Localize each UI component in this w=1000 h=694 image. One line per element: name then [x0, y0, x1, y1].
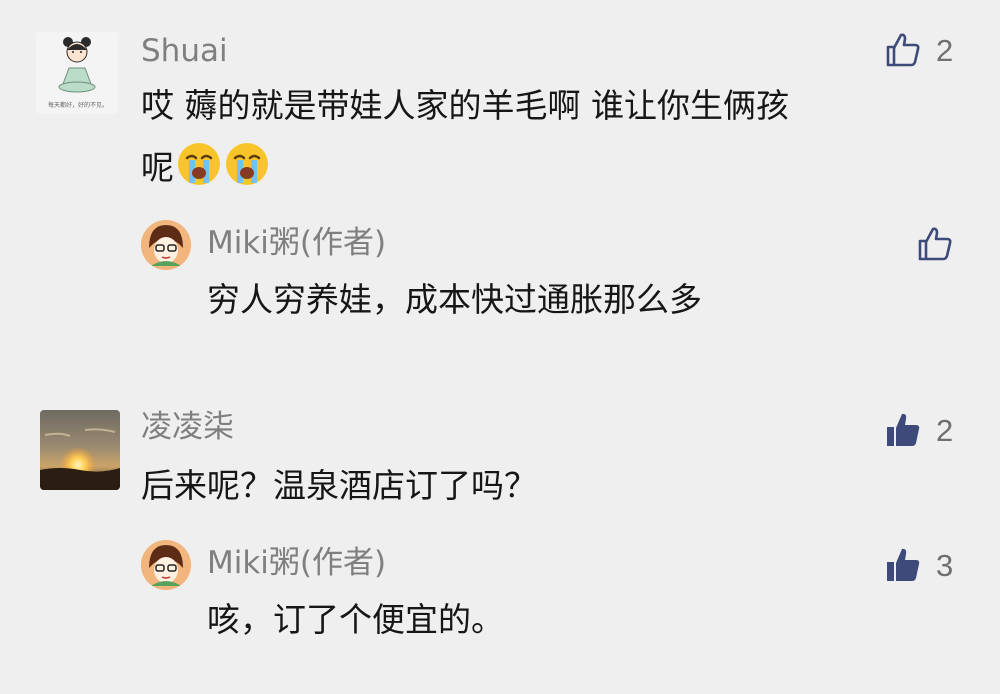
comment-text-line-1: 哎 薅的就是带娃人家的羊毛啊 谁让你生俩孩	[141, 86, 789, 125]
comment-text: 后来呢？温泉酒店订了吗？	[141, 466, 537, 505]
comment-username[interactable]: 凌凌柒	[141, 412, 234, 443]
reply-username[interactable]: Miki粥(作者)	[207, 228, 386, 259]
user-avatar-linglingqi[interactable]	[40, 410, 120, 490]
reply-like-button[interactable]	[916, 224, 954, 264]
loudly-crying-face-emoji	[178, 143, 220, 185]
avatar-caption: 每天都好，好的不见。	[48, 102, 109, 109]
comment-text-line-2: 呢	[141, 140, 270, 196]
thumbs-up-filled-icon	[887, 548, 920, 581]
reply-username[interactable]: Miki粥(作者)	[207, 548, 386, 579]
comment-username[interactable]: Shuai	[141, 36, 228, 67]
comment-1: 每天都好，好的不见。 Shuai 2 哎 薅的就是带娃人家的羊毛啊 谁让你生俩孩…	[0, 0, 1000, 340]
like-button[interactable]: 2	[884, 30, 953, 70]
author-avatar[interactable]	[141, 220, 191, 270]
thumbs-up-outline-icon	[918, 227, 952, 261]
like-count: 2	[936, 412, 954, 448]
like-count: 3	[936, 547, 954, 583]
loudly-crying-face-emoji	[226, 143, 268, 185]
reply-like-button[interactable]: 3	[884, 545, 953, 585]
thumbs-up-filled-icon	[887, 413, 920, 446]
author-avatar[interactable]	[141, 540, 191, 590]
reply-text: 咳，订了个便宜的。	[207, 600, 504, 639]
reply-text: 穷人穷养娃，成本快过通胀那么多	[207, 280, 702, 319]
like-count: 2	[936, 32, 954, 68]
comment-2: 凌凌柒 2 后来呢？温泉酒店订了吗？ Miki粥(作者) 3 咳，订了个便宜的。	[0, 390, 1000, 690]
comment-text-line-2-value: 呢	[141, 148, 174, 187]
sunset-landscape-photo	[40, 410, 120, 490]
like-button[interactable]: 2	[884, 410, 953, 450]
cartoon-girl-avatar-illustration	[141, 220, 191, 270]
cartoon-girl-avatar-illustration	[141, 540, 191, 590]
thumbs-up-outline-icon	[886, 33, 920, 67]
